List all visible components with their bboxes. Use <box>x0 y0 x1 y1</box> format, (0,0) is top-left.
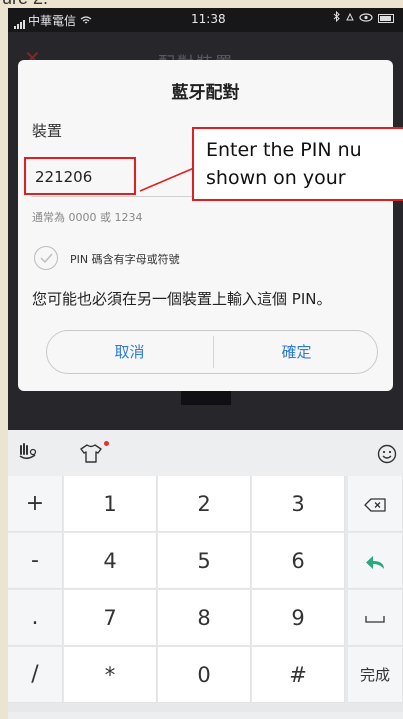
key-6[interactable]: 6 <box>252 533 345 589</box>
status-time: 11:38 <box>191 12 226 26</box>
status-right <box>333 10 395 25</box>
keypad: + 1 2 3 - 4 5 6 . 7 8 9 / * 0 # 完成 <box>8 476 403 719</box>
done-key[interactable]: 完成 <box>348 647 403 703</box>
pin-hint: 通常為 0000 或 1234 <box>32 211 143 224</box>
backspace-icon <box>364 498 386 512</box>
tshirt-skin-icon[interactable] <box>79 443 103 467</box>
pin-letters-label: PIN 碼含有字母或符號 <box>70 253 180 266</box>
cancel-button[interactable]: 取消 <box>47 331 212 373</box>
key-7[interactable]: 7 <box>64 590 157 646</box>
eye-icon <box>359 11 377 25</box>
dialog-button-bar: 取消 確定 <box>46 330 378 374</box>
enter-key[interactable] <box>348 533 403 589</box>
battery-icon <box>378 14 395 23</box>
status-bar: 中華電信 11:38 <box>8 8 403 32</box>
dialog-title: 藍牙配對 <box>171 83 240 103</box>
confirm-button[interactable]: 確定 <box>214 331 379 373</box>
key-1[interactable]: 1 <box>64 476 157 532</box>
space-icon <box>365 616 385 623</box>
key-8[interactable]: 8 <box>158 590 251 646</box>
status-left: 中華電信 <box>14 12 92 29</box>
callout-line-1: Enter the PIN nu <box>206 139 362 161</box>
key-asterisk[interactable]: * <box>64 647 157 703</box>
key-plus[interactable]: + <box>8 476 63 532</box>
key-slash[interactable]: / <box>8 647 63 703</box>
space-key[interactable] <box>348 590 403 646</box>
page-fragment-text: ure 2. <box>0 0 403 8</box>
check-icon <box>40 253 53 263</box>
callout-pointer-line <box>139 167 195 192</box>
callout-line-2: shown on your <box>206 167 346 189</box>
keyboard-bottom-strip <box>8 712 403 719</box>
key-2[interactable]: 2 <box>158 476 251 532</box>
signal-icon <box>14 15 26 29</box>
keyboard-logo-icon[interactable] <box>18 443 38 465</box>
phone-screenshot: 中華電信 11:38 ✕ 配對裝置 <box>8 8 403 719</box>
other-device-note: 您可能也必須在另一個裝置上輸入這個 PIN。 <box>32 290 332 308</box>
key-5[interactable]: 5 <box>158 533 251 589</box>
key-0[interactable]: 0 <box>158 647 251 703</box>
bluetooth-icon <box>333 10 345 25</box>
numeric-keyboard: + 1 2 3 - 4 5 6 . 7 8 9 / * 0 # 完成 <box>8 430 403 719</box>
pin-input[interactable]: 221206 <box>24 157 136 195</box>
key-3[interactable]: 3 <box>252 476 345 532</box>
key-9[interactable]: 9 <box>252 590 345 646</box>
carrier-name: 中華電信 <box>28 14 77 28</box>
pin-letters-checkbox[interactable] <box>34 246 58 270</box>
enter-arrow-icon <box>366 556 384 569</box>
backspace-key[interactable] <box>348 476 403 532</box>
callout-box: Enter the PIN nu shown on your <box>192 127 403 201</box>
wifi-icon <box>80 14 92 28</box>
key-dot[interactable]: . <box>8 590 63 646</box>
key-4[interactable]: 4 <box>64 533 157 589</box>
keyboard-toolbar <box>8 430 403 476</box>
key-hash[interactable]: # <box>252 647 345 703</box>
top-fragment: ure 2. <box>2 0 48 8</box>
bluetooth-pairing-dialog: 藍牙配對 裝置 221206 通常為 0000 或 1234 PIN 碼含有字母… <box>18 60 393 391</box>
notification-dot <box>104 441 109 446</box>
background-app-bottom <box>8 391 403 430</box>
alarm-icon <box>345 11 359 25</box>
key-minus[interactable]: - <box>8 533 63 589</box>
emoji-icon[interactable] <box>377 444 397 468</box>
document-frame: ure 2. 中華電信 11:38 <box>0 0 403 719</box>
device-label: 裝置 <box>32 122 63 140</box>
